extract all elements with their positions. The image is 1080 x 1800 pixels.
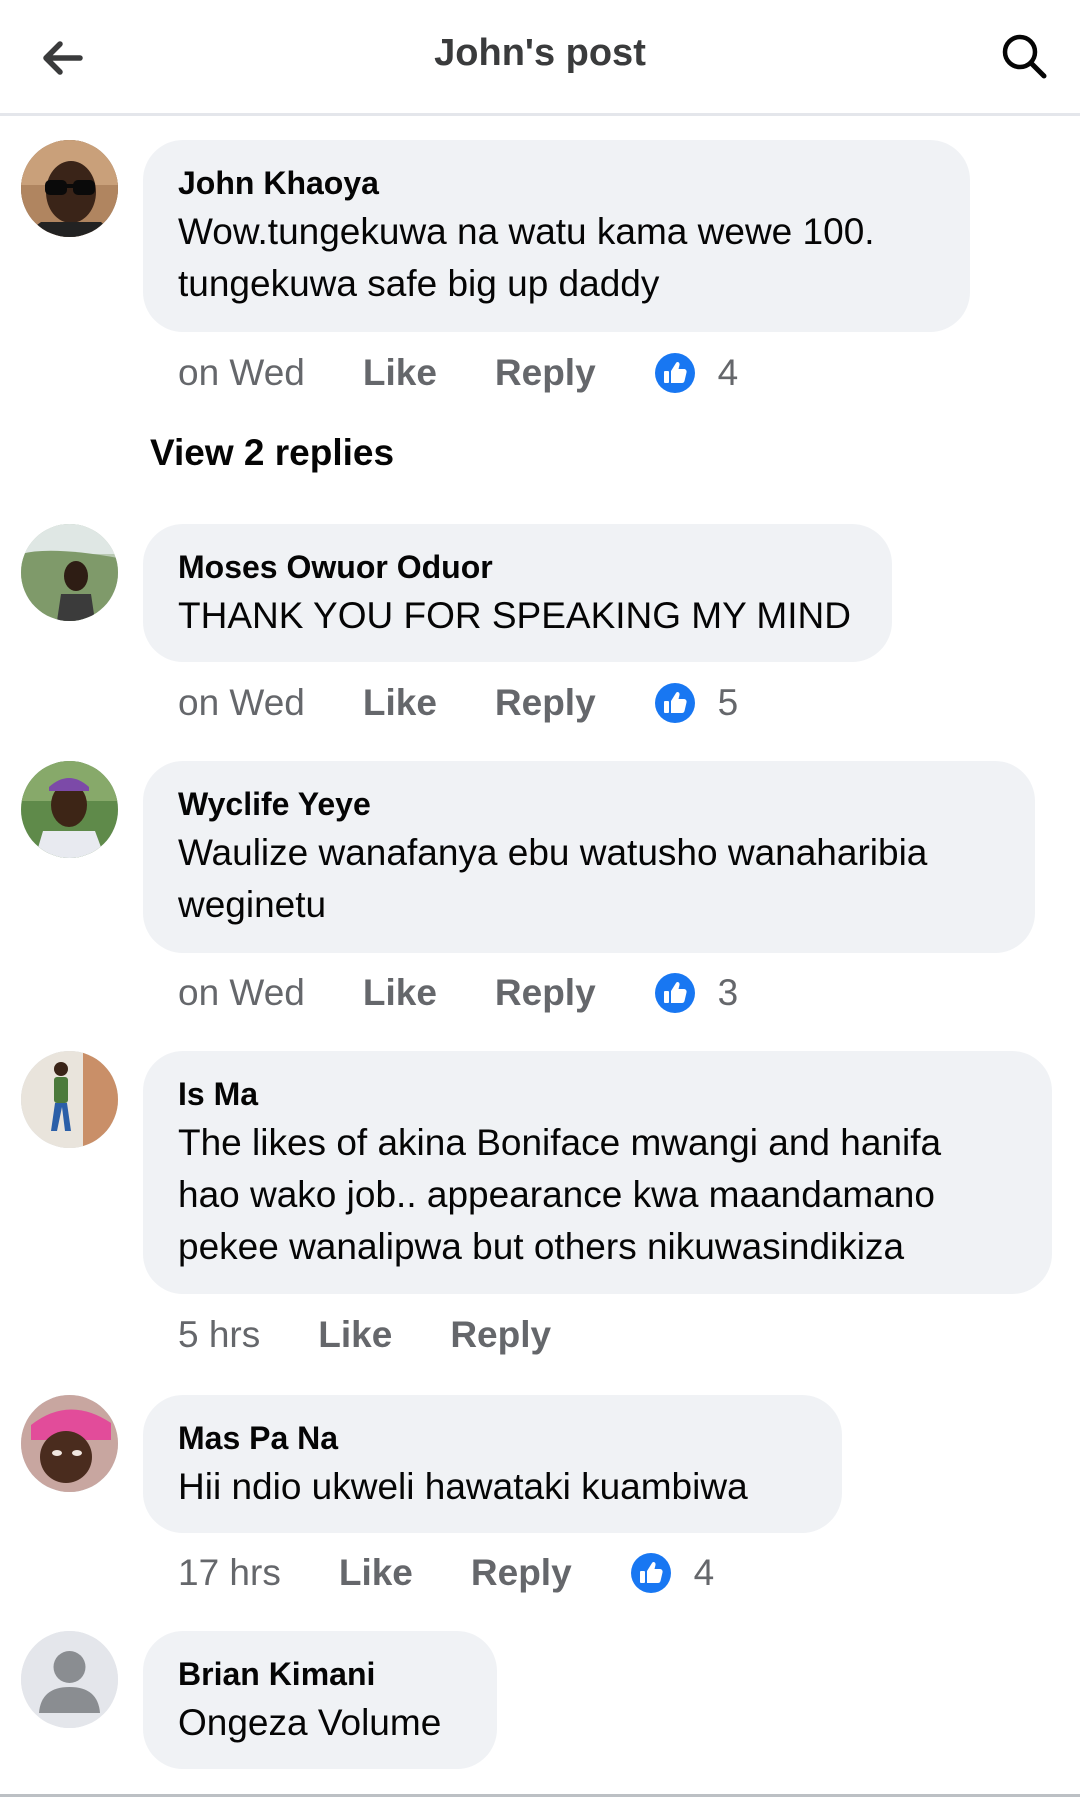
comment-bubble[interactable]: Moses Owuor Oduor THANK YOU FOR SPEAKING… xyxy=(143,524,892,662)
comment-text: The likes of akina Boniface mwangi and h… xyxy=(178,1122,942,1268)
view-replies-link[interactable]: View 2 replies xyxy=(150,432,394,474)
comment-text: Hii ndio ukweli hawataki kuambiwa xyxy=(178,1466,748,1508)
avatar[interactable] xyxy=(21,1051,118,1148)
reaction-count[interactable]: 5 xyxy=(654,682,739,724)
reaction-number: 4 xyxy=(717,352,739,393)
reply-button[interactable]: Reply xyxy=(471,1552,572,1594)
like-button[interactable]: Like xyxy=(363,682,437,724)
page-title: John's post xyxy=(434,32,646,74)
avatar-photo xyxy=(21,1395,118,1492)
comment-time[interactable]: on Wed xyxy=(178,972,305,1014)
reply-button[interactable]: Reply xyxy=(495,682,596,724)
comment-bubble[interactable]: Wyclife Yeye Waulize wanafanya ebu watus… xyxy=(143,761,1035,953)
avatar-photo xyxy=(21,1051,118,1148)
avatar[interactable] xyxy=(21,761,118,858)
like-reaction-icon xyxy=(654,683,695,723)
avatar[interactable] xyxy=(21,1631,118,1728)
avatar-photo xyxy=(21,524,118,621)
comment-time[interactable]: 5 hrs xyxy=(178,1314,260,1356)
reply-button[interactable]: Reply xyxy=(495,972,596,1014)
like-button[interactable]: Like xyxy=(363,972,437,1014)
reaction-count[interactable]: 4 xyxy=(630,1552,715,1594)
comment-text: THANK YOU FOR SPEAKING MY MIND xyxy=(178,595,851,637)
comment-author[interactable]: Moses Owuor Oduor xyxy=(178,548,858,586)
avatar[interactable] xyxy=(21,524,118,621)
top-bar: John's post xyxy=(0,0,1080,116)
comment-time[interactable]: on Wed xyxy=(178,352,305,394)
comment-author[interactable]: Is Ma xyxy=(178,1075,1018,1113)
search-button[interactable] xyxy=(994,26,1054,86)
like-button[interactable]: Like xyxy=(339,1552,413,1594)
comment-actions: on Wed Like Reply 3 xyxy=(178,968,738,1018)
comment-actions: 17 hrs Like Reply 4 xyxy=(178,1548,714,1598)
comment-text: Wow.tungekuwa na watu kama wewe 100. tun… xyxy=(178,211,875,305)
reaction-number: 3 xyxy=(717,972,739,1013)
comment-actions: on Wed Like Reply 4 xyxy=(178,348,738,398)
default-avatar-icon xyxy=(21,1631,118,1728)
reaction-number: 5 xyxy=(717,682,739,723)
avatar-photo xyxy=(21,761,118,858)
reaction-number: 4 xyxy=(693,1552,715,1593)
comment-author[interactable]: Wyclife Yeye xyxy=(178,785,1001,823)
avatar[interactable] xyxy=(21,140,118,237)
like-button[interactable]: Like xyxy=(318,1314,392,1356)
reply-button[interactable]: Reply xyxy=(495,352,596,394)
like-reaction-icon xyxy=(654,973,695,1013)
avatar[interactable] xyxy=(21,1395,118,1492)
comment-text: Ongeza Volume xyxy=(178,1702,442,1744)
comment-author[interactable]: John Khaoya xyxy=(178,164,936,202)
comment-author[interactable]: Brian Kimani xyxy=(178,1655,463,1693)
reaction-count[interactable]: 4 xyxy=(654,352,739,394)
like-reaction-icon xyxy=(654,353,695,393)
comment-time[interactable]: 17 hrs xyxy=(178,1552,281,1594)
comment-text: Waulize wanafanya ebu watusho wanaharibi… xyxy=(178,832,928,926)
divider xyxy=(0,1794,1080,1797)
comment-actions: 5 hrs Like Reply xyxy=(178,1310,609,1360)
reply-button[interactable]: Reply xyxy=(450,1314,551,1356)
search-icon xyxy=(1002,34,1047,79)
comment-time[interactable]: on Wed xyxy=(178,682,305,724)
comment-bubble[interactable]: Brian Kimani Ongeza Volume xyxy=(143,1631,497,1769)
like-button[interactable]: Like xyxy=(363,352,437,394)
comment-bubble[interactable]: John Khaoya Wow.tungekuwa na watu kama w… xyxy=(143,140,970,332)
comment-bubble[interactable]: Mas Pa Na Hii ndio ukweli hawataki kuamb… xyxy=(143,1395,842,1533)
like-reaction-icon xyxy=(630,1553,671,1593)
avatar-photo xyxy=(21,140,118,237)
comment-bubble[interactable]: Is Ma The likes of akina Boniface mwangi… xyxy=(143,1051,1052,1294)
reaction-count[interactable]: 3 xyxy=(654,972,739,1014)
comment-author[interactable]: Mas Pa Na xyxy=(178,1419,808,1457)
comment-actions: on Wed Like Reply 5 xyxy=(178,678,738,728)
